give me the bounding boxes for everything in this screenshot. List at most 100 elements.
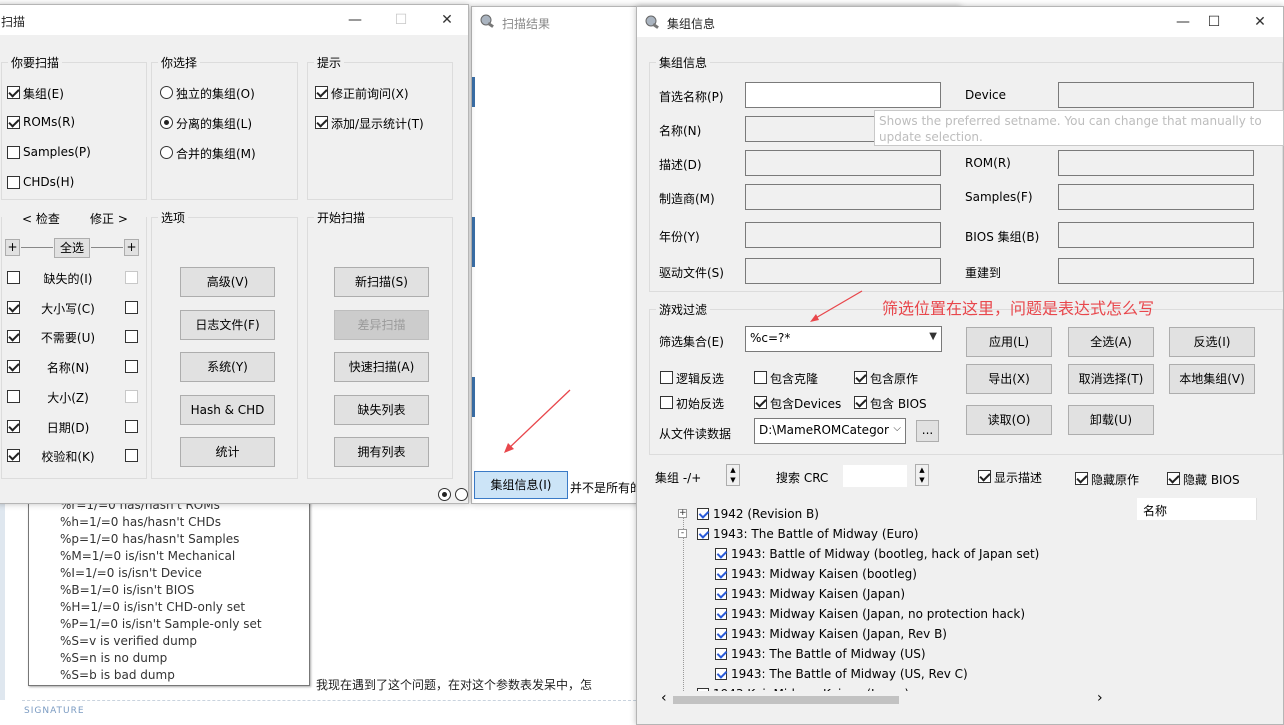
check-checkbox[interactable] [7,360,20,374]
radio[interactable] [160,146,173,159]
tree-expander-icon[interactable]: - [678,529,687,538]
start-scan-button[interactable]: 拥有列表 [334,437,429,467]
select-all-button[interactable]: 全选 [54,238,90,258]
check-checkbox[interactable] [7,419,20,433]
scan-close-button[interactable]: ✕ [431,9,463,31]
scan-maximize-button[interactable]: ☐ [385,9,417,31]
info-field-input[interactable] [745,150,941,176]
info-field-input[interactable] [745,258,941,284]
filter-set-combo[interactable]: %c=?* ▼ [745,326,942,352]
option-button[interactable]: 高级(V) [180,267,275,297]
setinfo-minimize-button[interactable]: — [1167,11,1199,33]
option-label[interactable]: 集组(E) [23,85,64,102]
filter-action-button[interactable]: 卸载(U) [1068,405,1154,435]
filter-checkbox-label[interactable]: 逻辑反选 [676,370,724,387]
check-plus-button[interactable]: + [5,239,20,256]
read-from-file-combo[interactable]: D:\MameROMCategor ⌵ [754,418,906,444]
tree-checkbox[interactable] [715,648,727,660]
search-crc-input[interactable] [843,465,907,487]
tree-item-label[interactable]: 1943: Midway Kaisen (Japan, Rev B) [731,627,947,641]
check-checkbox[interactable] [7,271,20,284]
option-button[interactable]: Hash & CHD [180,394,275,425]
option-label[interactable]: 合并的集组(M) [176,145,256,162]
check-checkbox[interactable] [7,449,20,463]
hide-bios-checkbox[interactable] [1167,472,1180,485]
hide-original-checkbox[interactable] [1075,472,1088,485]
tree-item-label[interactable]: 1943: Midway Kaisen (Japan) [731,587,905,601]
tree-item-label[interactable]: 1943: Midway Kaisen (Japan, no protectio… [731,607,1025,621]
tree-item-label[interactable]: 1943: Midway Kaisen (bootleg) [731,567,917,581]
option-label[interactable]: ROMs(R) [23,115,75,129]
option-button[interactable]: 系统(Y) [180,352,275,382]
info-field-input[interactable] [745,222,941,248]
fix-checkbox[interactable] [125,449,138,463]
scroll-right-icon[interactable]: › [1097,690,1103,706]
checkbox[interactable] [315,86,328,99]
filter-action-button[interactable]: 本地集组(V) [1169,364,1255,394]
option-label[interactable]: 分离的集组(L) [176,115,252,132]
filter-checkbox-label[interactable]: 包含 BIOS [870,395,927,412]
hide-bios-label[interactable]: 隐藏 BIOS [1183,471,1240,488]
pager-dot-2[interactable] [455,488,468,501]
checkbox[interactable] [7,176,20,189]
filter-checkbox[interactable] [660,396,673,409]
fix-checkbox[interactable] [125,389,138,403]
set-spin[interactable]: ▲ ▼ [726,464,740,486]
hide-original-label[interactable]: 隐藏原作 [1091,471,1139,488]
filter-action-button[interactable]: 应用(L) [966,327,1052,357]
tree-item-label[interactable]: 1942 (Revision B) [713,507,819,521]
filter-checkbox-label[interactable]: 包含克隆 [770,370,818,387]
filter-set-value[interactable]: %c=?* [750,331,790,345]
show-desc-label[interactable]: 显示描述 [994,469,1042,486]
start-scan-button[interactable]: 差异扫描 [334,309,429,340]
read-from-file-value[interactable]: D:\MameROMCategor [759,423,889,437]
fix-checkbox[interactable] [125,330,138,344]
check-checkbox[interactable] [7,389,20,403]
info-field-input[interactable] [1058,82,1254,108]
crc-spin[interactable]: ▲ ▼ [915,464,929,486]
option-label[interactable]: 修正前询问(X) [331,85,409,102]
column-header-label[interactable]: 名称 [1143,502,1167,519]
scroll-thumb[interactable] [673,696,899,704]
fix-plus-button[interactable]: + [124,239,139,256]
tree-checkbox[interactable] [715,548,727,560]
check-checkbox[interactable] [7,330,20,344]
fix-checkbox[interactable] [125,271,138,284]
filter-checkbox-label[interactable]: 包含Devices [770,395,841,412]
check-checkbox[interactable] [7,300,20,314]
tree-checkbox[interactable] [715,628,727,640]
setinfo-close-button[interactable]: ✕ [1244,11,1276,33]
browse-button[interactable]: ... [916,420,939,442]
option-button[interactable]: 日志文件(F) [180,309,275,340]
checkbox[interactable] [7,116,20,129]
filter-action-button[interactable]: 取消选择(T) [1068,364,1154,394]
tree-expander-icon[interactable]: + [678,509,687,518]
filter-checkbox-label[interactable]: 包含原作 [870,370,918,387]
info-field-input[interactable] [1058,150,1254,176]
setinfo-maximize-button[interactable]: ☐ [1198,11,1230,33]
scroll-left-icon[interactable]: ‹ [661,690,667,706]
tree-hscrollbar[interactable]: ‹ › [657,690,1105,708]
start-scan-button[interactable]: 新扫描(S) [334,267,429,297]
option-label[interactable]: 独立的集组(O) [176,85,255,102]
tree-checkbox[interactable] [715,608,727,620]
filter-checkbox[interactable] [754,371,767,384]
filter-action-button[interactable]: 全选(A) [1068,327,1154,357]
tree-item-label[interactable]: 1943: The Battle of Midway (Euro) [713,527,918,541]
start-scan-button[interactable]: 缺失列表 [334,394,429,425]
filter-checkbox[interactable] [660,371,673,384]
set-info-button[interactable]: 集组信息(I) [474,471,568,499]
info-field-input[interactable] [745,184,941,210]
tree-checkbox[interactable] [697,508,709,520]
filter-checkbox[interactable] [854,371,867,384]
checkbox[interactable] [315,116,328,129]
tree-item-label[interactable]: 1943: The Battle of Midway (US, Rev C) [731,667,968,681]
show-desc-checkbox[interactable] [978,470,991,483]
tree-checkbox[interactable] [715,568,727,580]
tree-checkbox[interactable] [697,528,709,540]
chevron-down-icon[interactable]: ⌵ [891,423,901,434]
filter-checkbox[interactable] [754,396,767,409]
option-button[interactable]: 统计 [180,437,275,467]
filter-action-button[interactable]: 导出(X) [966,364,1052,394]
tree-item-label[interactable]: 1943: The Battle of Midway (US) [731,647,926,661]
